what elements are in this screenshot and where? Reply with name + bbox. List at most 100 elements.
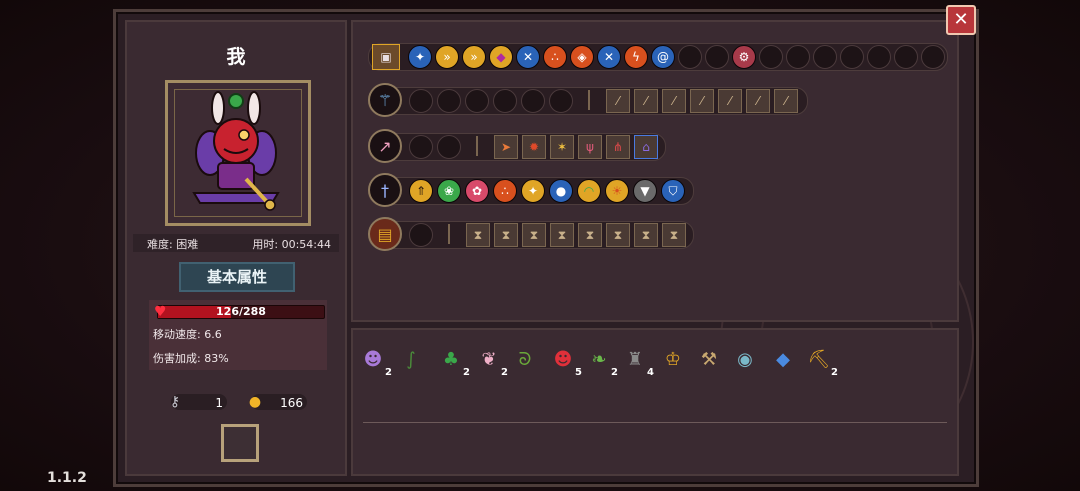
- cloak-icon[interactable]: ♜ 4: [620, 344, 654, 379]
- wand-icon[interactable]: ⁄: [606, 89, 630, 113]
- coin-icon: ●: [248, 394, 262, 410]
- arrow-icon[interactable]: »: [462, 45, 486, 69]
- split-icon[interactable]: ⋔: [606, 135, 630, 159]
- flame-icon[interactable]: ◈: [570, 45, 594, 69]
- leaf-icon[interactable]: ❀: [437, 179, 461, 203]
- triad-icon[interactable]: ∴: [493, 179, 517, 203]
- wand-icon[interactable]: ⁄: [662, 89, 686, 113]
- empty-slot[interactable]: [840, 45, 864, 69]
- mask-icon[interactable]: ☻ 2: [358, 344, 392, 379]
- crystal-glyph: ◆: [776, 348, 790, 370]
- crossed-swords-icon[interactable]: ✕: [597, 45, 621, 69]
- tab-basic-attributes[interactable]: 基本属性: [179, 262, 295, 292]
- wolf-icon[interactable]: ▼: [633, 179, 657, 203]
- arrow-icon[interactable]: »: [435, 45, 459, 69]
- empty-slot[interactable]: [549, 89, 573, 113]
- feather-icon[interactable]: ❦ 2: [474, 344, 508, 379]
- claw-icon[interactable]: ψ: [578, 135, 602, 159]
- triad-icon[interactable]: ∴: [543, 45, 567, 69]
- hammer-icon[interactable]: ⚒: [694, 344, 724, 374]
- wing-icon[interactable]: ❧ 2: [584, 344, 618, 379]
- flower-icon[interactable]: ✿: [465, 179, 489, 203]
- row-divider: [476, 136, 478, 156]
- worm-icon[interactable]: ᘐ: [510, 344, 540, 374]
- empty-slot[interactable]: [759, 45, 783, 69]
- empty-slot[interactable]: [437, 135, 461, 159]
- shield-icon[interactable]: ⛉: [661, 179, 685, 203]
- empty-slot[interactable]: [409, 223, 433, 247]
- character-panel: 我 难度: 困难 用时: 00:54:44 基本属性 126/288 ♥ 移动速…: [125, 20, 347, 476]
- boot-icon[interactable]: ∫: [396, 344, 426, 374]
- empty-slot[interactable]: [409, 135, 433, 159]
- empty-slot[interactable]: [409, 89, 433, 113]
- row-divider: [448, 224, 450, 244]
- cloak-glyph: ♜: [626, 348, 644, 370]
- empty-slot[interactable]: [894, 45, 918, 69]
- wand-icon[interactable]: ⁄: [774, 89, 798, 113]
- coin-count: 166: [280, 396, 303, 410]
- chalice-icon[interactable]: ♔: [658, 344, 688, 374]
- swirl-icon[interactable]: @: [651, 45, 675, 69]
- empty-slot[interactable]: [465, 89, 489, 113]
- pickaxe-glyph: ⛏: [807, 348, 831, 370]
- empty-slot[interactable]: [867, 45, 891, 69]
- staff-icon[interactable]: ⚚: [368, 83, 402, 117]
- hourglass-icon: ⧗: [578, 223, 602, 247]
- dash-icon[interactable]: ➤: [494, 135, 518, 159]
- time-label: 用时: 00:54:44: [252, 238, 331, 251]
- hourglass-icon: ⧗: [522, 223, 546, 247]
- difficulty-label: 难度: 困难: [147, 238, 199, 251]
- move-speed-stat: 移动速度: 6.6: [153, 328, 222, 341]
- close-button[interactable]: ✕: [946, 5, 976, 35]
- pickaxe-icon[interactable]: ⛏ 2: [804, 344, 838, 379]
- item-count: 2: [501, 367, 508, 378]
- equipment-slot[interactable]: [221, 424, 259, 462]
- wand-icon[interactable]: ⁄: [690, 89, 714, 113]
- empty-slot[interactable]: [493, 89, 517, 113]
- clover-icon[interactable]: ♣ 2: [436, 344, 470, 379]
- chest-icon[interactable]: ▣: [372, 44, 400, 70]
- empty-slot[interactable]: [786, 45, 810, 69]
- sun-icon[interactable]: ☀: [605, 179, 629, 203]
- item-count: 2: [463, 367, 470, 378]
- demon-icon[interactable]: ☻ 5: [548, 344, 582, 379]
- tome-icon[interactable]: ▤: [368, 217, 402, 251]
- hourglass-icon: ⧗: [466, 223, 490, 247]
- fire-icon[interactable]: ✹: [522, 135, 546, 159]
- empty-slot[interactable]: [678, 45, 702, 69]
- arc-icon[interactable]: ◠: [577, 179, 601, 203]
- empty-slot[interactable]: [813, 45, 837, 69]
- wand-icon[interactable]: ⁄: [718, 89, 742, 113]
- empty-slot[interactable]: [705, 45, 729, 69]
- hood-icon[interactable]: ⌂: [634, 135, 658, 159]
- lightning-icon[interactable]: ϟ: [624, 45, 648, 69]
- wand-icon[interactable]: ⁄: [634, 89, 658, 113]
- item-count: 2: [611, 367, 618, 378]
- feather-glyph: ❦: [481, 348, 497, 370]
- coin-counter: 166 ●: [245, 392, 309, 412]
- star-icon[interactable]: ✦: [521, 179, 545, 203]
- boot-glyph: ∫: [406, 348, 416, 370]
- empty-slot[interactable]: [437, 89, 461, 113]
- damage-bonus-stat: 伤害加成: 83%: [153, 352, 229, 365]
- wand-icon[interactable]: ⁄: [746, 89, 770, 113]
- orb-icon[interactable]: ●: [549, 179, 573, 203]
- amulet-icon[interactable]: ◉: [730, 344, 760, 374]
- item-count: 2: [385, 367, 392, 378]
- demon-glyph: ☻: [553, 348, 573, 370]
- sword-icon[interactable]: †: [368, 173, 402, 207]
- player-name: 我: [226, 46, 246, 68]
- up-arrow-icon[interactable]: ⇑: [409, 179, 433, 203]
- crystal-icon[interactable]: ◆: [768, 344, 798, 374]
- gem-icon[interactable]: ◆: [489, 45, 513, 69]
- stats-box: 126/288 ♥ 移动速度: 6.6 伤害加成: 83%: [149, 300, 327, 370]
- sparkle-icon[interactable]: ✦: [408, 45, 432, 69]
- clover-glyph: ♣: [442, 348, 460, 370]
- shield-gear-icon[interactable]: ⚙: [732, 45, 756, 69]
- spear-icon[interactable]: ↗: [368, 129, 402, 163]
- empty-slot[interactable]: [521, 89, 545, 113]
- empty-slot[interactable]: [921, 45, 945, 69]
- bunny-character-icon: [192, 91, 280, 211]
- star-icon[interactable]: ✶: [550, 135, 574, 159]
- crossed-swords-icon[interactable]: ✕: [516, 45, 540, 69]
